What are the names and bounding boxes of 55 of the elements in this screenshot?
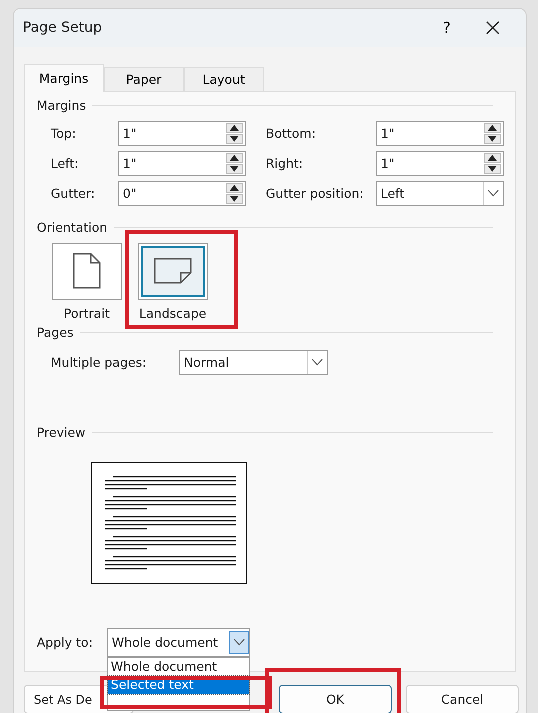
field-label: Left: <box>51 156 80 171</box>
spin-field[interactable]: 1" <box>376 120 504 146</box>
down-arrow-icon <box>230 196 239 202</box>
spin-up-button[interactable] <box>226 122 243 133</box>
dialog-button[interactable]: Cancel <box>406 685 519 713</box>
help-button[interactable]: ? <box>424 10 470 46</box>
spin-field[interactable]: 0" <box>118 180 246 206</box>
spin-up-button[interactable] <box>226 182 243 193</box>
up-arrow-icon <box>230 124 239 131</box>
close-icon <box>486 20 500 35</box>
spin-down-button[interactable] <box>226 194 243 204</box>
spin-field[interactable]: 1" <box>118 120 246 146</box>
chevron-down-icon <box>234 639 245 646</box>
section-heading: Pages <box>37 324 74 340</box>
select-field[interactable]: Left <box>376 180 504 206</box>
chevron-down-icon <box>488 190 499 197</box>
spin-down-button[interactable] <box>226 134 243 144</box>
tab[interactable]: Margins <box>24 64 104 92</box>
section-heading: Preview <box>37 424 86 440</box>
spin-down-button[interactable] <box>484 164 501 174</box>
section-heading: Orientation <box>37 220 108 235</box>
tab[interactable]: Layout <box>184 66 264 92</box>
spin-up-button[interactable] <box>484 152 501 163</box>
up-arrow-icon <box>488 124 497 131</box>
portrait-page-icon <box>73 253 101 290</box>
down-arrow-icon <box>230 166 239 172</box>
field-label: Right: <box>266 156 304 171</box>
spin-down-button[interactable] <box>226 164 243 174</box>
window-title: Page Setup <box>23 20 104 36</box>
chevron-down-icon <box>312 358 323 366</box>
spin-up-button[interactable] <box>484 122 501 133</box>
landscape-page-icon <box>154 258 192 284</box>
field-label: Bottom: <box>266 126 318 141</box>
spin-up-button[interactable] <box>226 152 243 163</box>
down-arrow-icon <box>230 136 239 142</box>
up-arrow-icon <box>488 154 497 161</box>
up-arrow-icon <box>230 154 239 161</box>
tab[interactable]: Paper <box>104 66 184 92</box>
spin-down-button[interactable] <box>484 134 501 144</box>
field-label: Top: <box>51 126 78 141</box>
field-label: Gutter position: <box>266 186 365 201</box>
field-label: Multiple pages: <box>51 354 148 370</box>
section-heading: Margins <box>37 98 86 113</box>
spin-field[interactable]: 1" <box>376 150 504 176</box>
spin-field[interactable]: 1" <box>118 150 246 176</box>
select-field[interactable]: Normal <box>179 350 328 375</box>
field-label: Apply to: <box>37 635 94 650</box>
select-field[interactable]: Whole document <box>107 628 250 657</box>
list-item[interactable]: Whole document <box>108 658 250 676</box>
up-arrow-icon <box>230 184 239 191</box>
down-arrow-icon <box>488 136 497 142</box>
down-arrow-icon <box>488 166 497 172</box>
dialog-button[interactable]: OK <box>279 685 392 713</box>
field-label: Gutter: <box>51 186 96 201</box>
dropdown-button[interactable] <box>229 631 250 654</box>
